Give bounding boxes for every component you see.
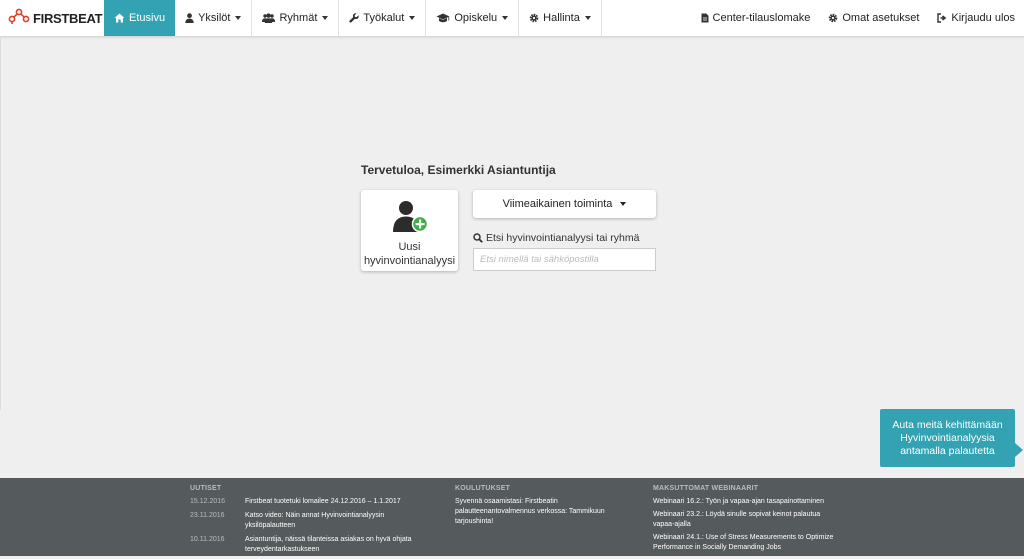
nav-tyokalut-label: Työkalut <box>363 12 405 24</box>
footer-webinars-title: MAKSUTTOMAT WEBINAARIT <box>653 485 759 492</box>
search-label-text: Etsi hyvinvointianalyysi tai ryhmä <box>486 232 640 244</box>
chevron-down-icon <box>502 16 509 20</box>
nav-logout-label: Kirjaudu ulos <box>951 12 1015 24</box>
footer: UUTISET 15.12.2016 Firstbeat tuotetuki l… <box>0 478 1024 556</box>
news-date: 23.11.2016 <box>190 512 225 519</box>
home-icon <box>114 13 125 23</box>
firstbeat-logo-icon <box>8 6 30 31</box>
gear-icon <box>828 13 838 23</box>
webinar-item[interactable]: Webinaari 16.2.: Työn ja vapaa-ajan tasa… <box>653 497 838 507</box>
footer-trainings-title: KOULUTUKSET <box>455 485 511 492</box>
nav-hallinta[interactable]: Hallinta <box>519 0 602 36</box>
nav-hallinta-label: Hallinta <box>543 12 580 24</box>
footer-trainings: KOULUTUKSET Syvennä osaamistasi: Firstbe… <box>455 485 625 530</box>
nav-right-group: Center-tilauslomake Omat asetukset Kirja… <box>692 0 1024 36</box>
nav-opiskelu-label: Opiskelu <box>454 12 498 24</box>
footer-news-title: UUTISET <box>190 485 222 492</box>
news-item[interactable]: 23.11.2016 Katso video: Näin annat Hyvin… <box>190 511 435 531</box>
new-analysis-label-line2: hyvinvointianalyysi <box>363 255 456 267</box>
nav-yksilot-label: Yksilöt <box>198 12 231 24</box>
news-item[interactable]: 15.12.2016 Firstbeat tuotetuki lomailee … <box>190 497 435 507</box>
nav-center-order-form[interactable]: Center-tilauslomake <box>692 0 820 36</box>
document-icon <box>701 13 709 23</box>
new-analysis-label: Uusi hyvinvointianalyysi <box>361 240 458 268</box>
training-item[interactable]: Syvennä osaamistasi: Firstbeatin palautt… <box>455 497 625 527</box>
graduation-cap-icon <box>436 13 450 23</box>
news-text: Firstbeat tuotetuki lomailee 24.12.2016 … <box>245 498 401 505</box>
chevron-down-icon <box>322 16 329 20</box>
user-icon <box>185 13 194 23</box>
new-analysis-label-line1: Uusi <box>398 241 421 253</box>
users-icon <box>262 13 276 23</box>
wrench-icon <box>349 13 360 23</box>
nav-tyokalut[interactable]: Työkalut <box>339 0 427 36</box>
new-analysis-button[interactable]: Uusi hyvinvointianalyysi <box>361 190 458 271</box>
footer-news: UUTISET 15.12.2016 Firstbeat tuotetuki l… <box>190 485 435 559</box>
nav-center-order-form-label: Center-tilauslomake <box>712 12 811 24</box>
search-icon <box>473 233 483 243</box>
recent-activity-dropdown[interactable]: Viimeaikainen toiminta <box>473 190 656 218</box>
news-date: 10.11.2016 <box>190 536 225 543</box>
page-left-border <box>0 36 1 410</box>
top-navbar: FIRSTBEAT Etusivu Yksilöt Ryhmät Työkalu… <box>0 0 1024 37</box>
news-item[interactable]: 10.11.2016 Asiantuntija, näissä tilantei… <box>190 535 435 555</box>
recent-activity-label: Viimeaikainen toiminta <box>502 198 613 210</box>
nav-logout[interactable]: Kirjaudu ulos <box>928 0 1024 36</box>
feedback-text: Auta meitä kehittämään Hyvinvointianalyy… <box>892 419 1003 457</box>
search-input[interactable] <box>473 248 656 271</box>
webinar-item[interactable]: Webinaari 24.1.: Use of Stress Measureme… <box>653 533 838 553</box>
brand-name: FIRSTBEAT <box>33 10 103 26</box>
feedback-button[interactable]: Auta meitä kehittämään Hyvinvointianalyy… <box>880 409 1023 467</box>
news-text: Asiantuntija, näissä tilanteissa asiakas… <box>245 536 412 553</box>
chevron-down-icon <box>620 202 627 206</box>
footer-webinars: MAKSUTTOMAT WEBINAARIT Webinaari 16.2.: … <box>653 485 838 556</box>
nav-my-settings-label: Omat asetukset <box>842 12 920 24</box>
nav-my-settings[interactable]: Omat asetukset <box>819 0 928 36</box>
news-text: Katso video: Näin annat Hyvinvointianaly… <box>245 512 385 529</box>
add-user-icon <box>391 201 429 237</box>
gear-icon <box>529 13 539 23</box>
search-label: Etsi hyvinvointianalyysi tai ryhmä <box>473 232 639 244</box>
chevron-down-icon <box>409 16 416 20</box>
nav-yksilot[interactable]: Yksilöt <box>175 0 253 36</box>
nav-ryhmat[interactable]: Ryhmät <box>252 0 340 36</box>
webinar-item[interactable]: Webinaari 23.2.: Löydä sinulle sopivat k… <box>653 510 838 530</box>
sign-out-icon <box>937 13 947 23</box>
brand-logo[interactable]: FIRSTBEAT <box>0 0 104 36</box>
page-title: Tervetuloa, Esimerkki Asiantuntija <box>361 163 556 177</box>
news-date: 15.12.2016 <box>190 498 226 505</box>
nav-ryhmat-label: Ryhmät <box>279 12 318 24</box>
nav-etusivu-label: Etusivu <box>129 12 166 24</box>
nav-etusivu[interactable]: Etusivu <box>104 0 176 36</box>
nav-opiskelu[interactable]: Opiskelu <box>426 0 520 36</box>
chevron-down-icon <box>584 16 591 20</box>
chevron-down-icon <box>235 16 242 20</box>
